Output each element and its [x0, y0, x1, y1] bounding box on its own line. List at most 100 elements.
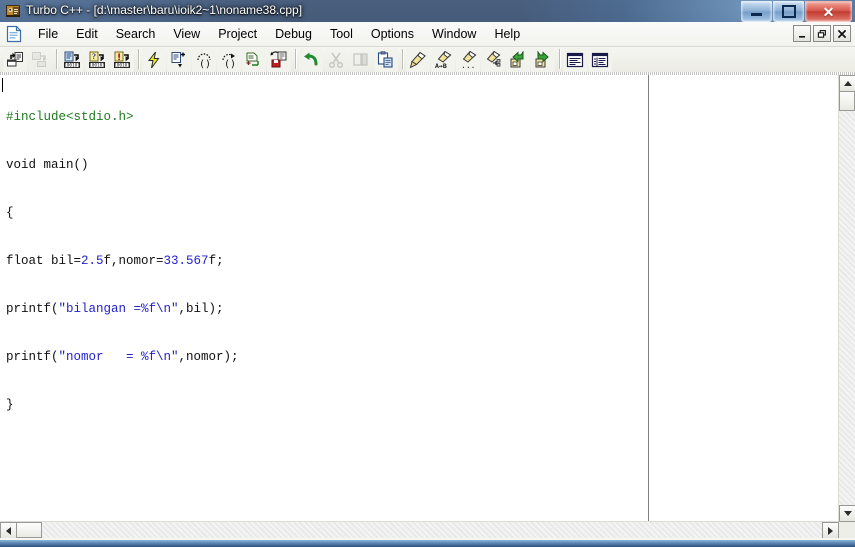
right-margin-line	[648, 75, 649, 522]
client-area: File Edit Search View Project Debug Tool…	[0, 22, 855, 547]
toolbar-separator	[292, 49, 299, 71]
next-error-icon[interactable]	[531, 48, 555, 72]
menu-item-view[interactable]: View	[164, 24, 209, 44]
scroll-up-button[interactable]	[839, 75, 855, 92]
copy-icon[interactable]	[349, 48, 373, 72]
application-window: Turbo C++ - [d:\master\baru\ioik2~1\nona…	[0, 0, 855, 547]
menu-item-file[interactable]: File	[29, 24, 67, 44]
code-token: ,nomor);	[178, 350, 239, 364]
window-close-button[interactable]: ✕	[805, 1, 852, 22]
toolbar-separator	[556, 49, 563, 71]
horizontal-scrollbar[interactable]	[0, 521, 839, 539]
run-icon[interactable]	[142, 48, 166, 72]
project-window-icon[interactable]	[588, 48, 612, 72]
close-icon: ✕	[822, 3, 835, 20]
previous-error-icon[interactable]	[506, 48, 530, 72]
code-token: "nomor = %f\n"	[58, 350, 179, 364]
cut-icon[interactable]	[324, 48, 348, 72]
toolbar: 100101 ? 100101 100101 () () A→B ...	[0, 47, 855, 74]
svg-text:?: ?	[92, 52, 96, 61]
window-controls: ✕	[740, 1, 852, 22]
paste-icon[interactable]	[374, 48, 398, 72]
window-bottom-edge	[0, 540, 855, 547]
code-line: }	[6, 397, 239, 413]
scrollbar-corner	[839, 522, 855, 538]
turbo-cpp-icon	[5, 3, 21, 19]
svg-text:100101: 100101	[64, 63, 80, 69]
chevron-down-icon	[843, 511, 852, 516]
code-line: {	[6, 205, 239, 221]
code-token: 33.567	[163, 254, 209, 268]
svg-text:100101: 100101	[89, 63, 105, 69]
save-file-icon[interactable]	[267, 48, 291, 72]
undo-icon[interactable]	[299, 48, 323, 72]
step-out-icon[interactable]: ( )	[217, 48, 241, 72]
code-token: void main()	[6, 158, 89, 172]
find-icon[interactable]	[406, 48, 430, 72]
mdi-minimize-button[interactable]	[793, 25, 811, 42]
make-icon[interactable]: ? 100101	[85, 48, 109, 72]
window-minimize-button[interactable]	[741, 1, 772, 22]
menu-item-options[interactable]: Options	[362, 24, 423, 44]
text-caret	[2, 78, 3, 92]
svg-text:100101: 100101	[114, 63, 130, 69]
code-line: printf("nomor = %f\n",nomor);	[6, 349, 239, 365]
code-token: printf(	[6, 350, 59, 364]
horizontal-scroll-thumb[interactable]	[16, 522, 42, 538]
source-code: #include<stdio.h> void main() { float bi…	[6, 77, 239, 445]
title-bar[interactable]: Turbo C++ - [d:\master\baru\ioik2~1\nona…	[0, 0, 855, 22]
code-editor[interactable]: #include<stdio.h> void main() { float bi…	[0, 75, 839, 522]
toolbar-separator	[53, 49, 60, 71]
menu-item-help[interactable]: Help	[485, 24, 529, 44]
toolbar-separator	[135, 49, 142, 71]
mdi-close-button[interactable]	[833, 25, 851, 42]
code-token: float bil=	[6, 254, 82, 268]
menu-items: File Edit Search View Project Debug Tool…	[29, 22, 529, 46]
code-line: float bil=2.5f,nomor=33.567f;	[6, 253, 239, 269]
trace-into-icon[interactable]: ( )	[192, 48, 216, 72]
replace-icon[interactable]: A→B	[431, 48, 455, 72]
toolbar-separator	[399, 49, 406, 71]
code-line: printf("bilangan =%f\n",bil);	[6, 301, 239, 317]
scroll-right-button[interactable]	[822, 522, 839, 539]
document-icon	[6, 25, 23, 43]
compile-icon[interactable]: 100101	[60, 48, 84, 72]
code-token: f;	[208, 254, 224, 268]
find-next-icon[interactable]: ...	[456, 48, 480, 72]
build-icon[interactable]: 100101	[110, 48, 134, 72]
scroll-down-button[interactable]	[839, 505, 855, 522]
code-token: #include<stdio.h>	[6, 110, 134, 124]
vertical-scroll-thumb[interactable]	[839, 91, 855, 111]
new-file-icon[interactable]	[242, 48, 266, 72]
window-title: Turbo C++ - [d:\master\baru\ioik2~1\nona…	[26, 3, 303, 17]
message-window-icon[interactable]	[563, 48, 587, 72]
editor-window: #include<stdio.h> void main() { float bi…	[0, 72, 855, 539]
code-token: {	[6, 206, 14, 220]
menu-item-window[interactable]: Window	[423, 24, 485, 44]
svg-text:): )	[230, 59, 236, 69]
find-in-files-icon[interactable]	[481, 48, 505, 72]
code-token: "bilangan =%f\n"	[58, 302, 179, 316]
vertical-scrollbar[interactable]	[838, 75, 855, 522]
chevron-left-icon	[6, 526, 11, 535]
mdi-child-controls	[791, 25, 851, 42]
menu-item-debug[interactable]: Debug	[266, 24, 321, 44]
svg-text:...: ...	[461, 61, 475, 69]
code-token: ,bil);	[178, 302, 224, 316]
step-over-icon[interactable]	[167, 48, 191, 72]
svg-text:): )	[205, 59, 211, 69]
close-project-icon[interactable]	[28, 48, 52, 72]
menu-bar: File Edit Search View Project Debug Tool…	[0, 22, 855, 47]
code-token: }	[6, 398, 14, 412]
menu-item-tool[interactable]: Tool	[321, 24, 362, 44]
open-project-icon[interactable]	[3, 48, 27, 72]
menu-item-edit[interactable]: Edit	[67, 24, 107, 44]
menu-item-project[interactable]: Project	[209, 24, 266, 44]
chevron-up-icon	[843, 81, 852, 86]
mdi-restore-button[interactable]	[813, 25, 831, 42]
code-line: void main()	[6, 157, 239, 173]
menu-item-search[interactable]: Search	[107, 24, 165, 44]
scroll-left-button[interactable]	[0, 522, 17, 539]
window-maximize-button[interactable]	[773, 1, 804, 22]
svg-text:A→B: A→B	[435, 62, 447, 69]
